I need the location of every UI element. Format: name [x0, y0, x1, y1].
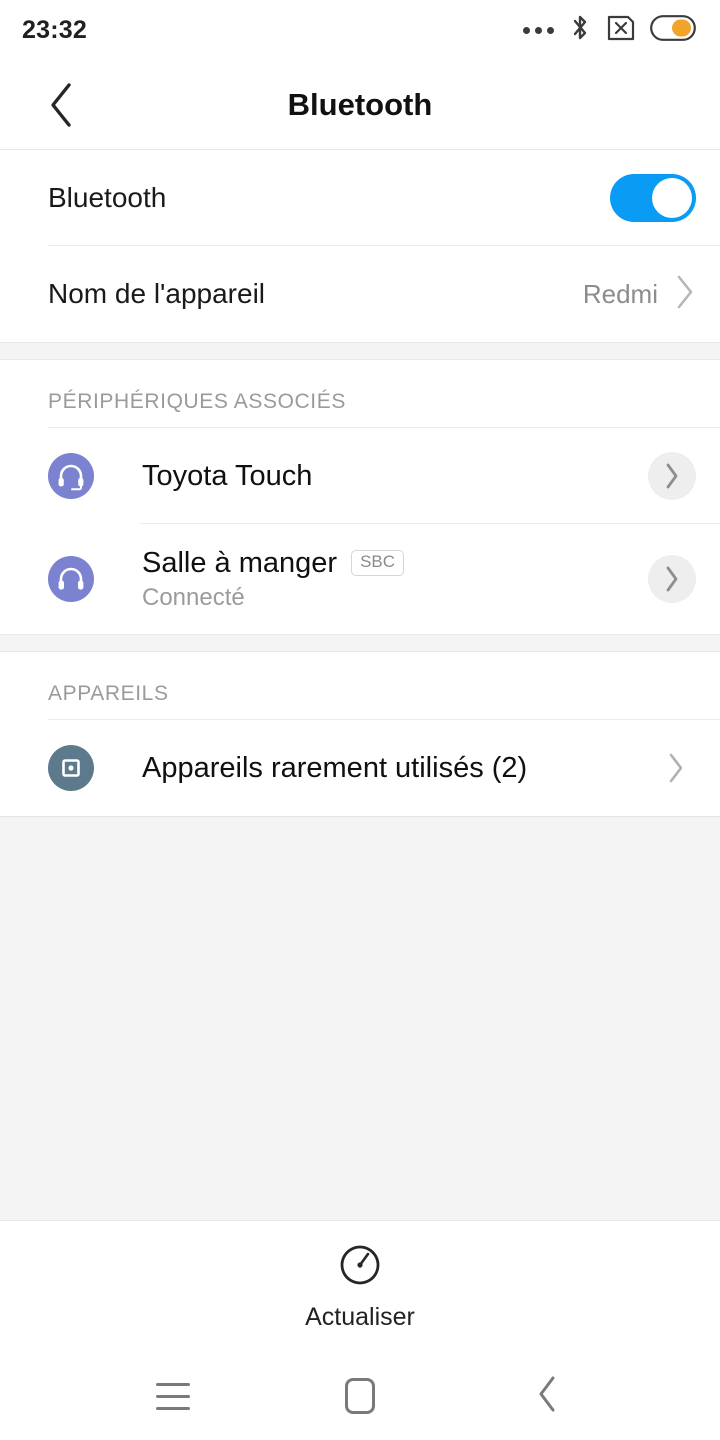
paired-device-name: Salle à manger	[142, 546, 338, 579]
paired-device-texts: Salle à manger SBC Connecté	[142, 547, 648, 612]
home-button[interactable]	[315, 1366, 405, 1426]
paired-device-texts: Toyota Touch	[142, 460, 648, 493]
refresh-label: Actualiser	[305, 1302, 415, 1331]
codec-badge: SBC	[351, 550, 405, 576]
chevron-right-icon	[674, 274, 696, 315]
bluetooth-icon	[568, 13, 592, 48]
paired-device-title-line: Salle à manger SBC	[142, 547, 648, 580]
bluetooth-toggle-switch[interactable]	[610, 174, 696, 222]
devices-card: APPAREILS Appareils rarement utilisés (2…	[0, 652, 720, 816]
refresh-timer-icon	[337, 1242, 383, 1293]
rarely-used-texts: Appareils rarement utilisés (2)	[142, 752, 656, 785]
back-chevron-icon	[534, 1374, 560, 1419]
toggle-knob	[652, 178, 692, 218]
rarely-used-devices-label: Appareils rarement utilisés (2)	[142, 751, 528, 784]
title-bar: Bluetooth	[0, 60, 720, 150]
generic-device-icon	[48, 745, 94, 791]
paired-devices-card: PÉRIPHÉRIQUES ASSOCIÉS Toyota Touch Sall…	[0, 360, 720, 634]
bluetooth-toggle-row[interactable]: Bluetooth	[0, 150, 720, 246]
home-square-icon	[344, 1378, 375, 1414]
status-bar: 23:32	[0, 0, 720, 60]
paired-device-title-line: Toyota Touch	[142, 460, 648, 493]
battery-icon	[650, 14, 696, 46]
phone-screen: 23:32 Bluetooth Bluetooth Nom de l'appar…	[0, 0, 720, 1440]
paired-devices-header-label: PÉRIPHÉRIQUES ASSOCIÉS	[48, 390, 346, 413]
paired-device-row[interactable]: Toyota Touch	[0, 428, 720, 524]
paired-device-status: Connecté	[142, 583, 245, 611]
devices-header-label: APPAREILS	[48, 682, 169, 705]
status-time: 23:32	[22, 15, 87, 44]
status-icon-group	[523, 13, 696, 48]
page-title: Bluetooth	[287, 86, 433, 122]
system-nav-bar	[0, 1352, 720, 1440]
sim-card-missing-icon	[606, 14, 636, 47]
more-dots-icon	[523, 26, 554, 34]
device-name-value: Redmi	[582, 278, 658, 309]
paired-device-name: Toyota Touch	[142, 459, 313, 492]
headphones-icon	[48, 556, 94, 602]
devices-header: APPAREILS	[0, 652, 720, 720]
recents-button[interactable]	[128, 1366, 218, 1426]
rarely-used-title-line: Appareils rarement utilisés (2)	[142, 752, 656, 785]
device-settings-button[interactable]	[648, 452, 696, 500]
headset-icon	[48, 453, 94, 499]
device-name-label: Nom de l'appareil	[48, 278, 266, 309]
section-gap-1	[0, 342, 720, 360]
back-chevron-icon[interactable]	[36, 79, 88, 131]
rarely-used-devices-row[interactable]: Appareils rarement utilisés (2)	[0, 720, 720, 816]
chevron-right-icon[interactable]	[656, 748, 696, 788]
device-settings-button[interactable]	[648, 555, 696, 603]
hamburger-icon	[156, 1382, 191, 1410]
section-gap-2	[0, 634, 720, 652]
bluetooth-toggle-label: Bluetooth	[48, 182, 167, 213]
bluetooth-settings-card: Bluetooth Nom de l'appareil Redmi	[0, 150, 720, 342]
back-button[interactable]	[502, 1366, 592, 1426]
device-name-row[interactable]: Nom de l'appareil Redmi	[0, 246, 720, 342]
paired-device-row[interactable]: Salle à manger SBC Connecté	[0, 524, 720, 634]
paired-devices-header: PÉRIPHÉRIQUES ASSOCIÉS	[0, 360, 720, 428]
refresh-bar[interactable]: Actualiser	[0, 1220, 720, 1352]
empty-content-area	[0, 816, 720, 1220]
